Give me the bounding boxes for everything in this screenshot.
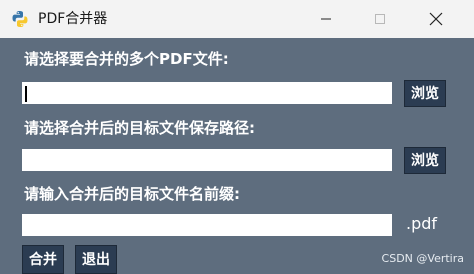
- target-dir-label: 请选择合并后的目标文件保存路径:: [24, 119, 256, 137]
- pdf-merger-window: PDF合并器 请选择要合并的多个PDF文件: 浏览 请选择合并后的目标文件保存路…: [0, 0, 474, 274]
- window-title: PDF合并器: [38, 11, 108, 27]
- exit-button[interactable]: 退出: [75, 245, 117, 274]
- close-icon: [429, 12, 443, 26]
- source-files-label: 请选择要合并的多个PDF文件:: [24, 50, 229, 68]
- maximize-button[interactable]: [354, 0, 406, 38]
- minimize-button[interactable]: [300, 0, 352, 38]
- browse-source-button[interactable]: 浏览: [404, 80, 446, 107]
- maximize-icon: [375, 14, 385, 24]
- minimize-icon: [321, 18, 331, 20]
- watermark: CSDN @Vertira: [381, 252, 464, 265]
- text-caret: [25, 86, 27, 102]
- close-button[interactable]: [410, 0, 462, 38]
- python-icon: [11, 10, 29, 28]
- title-bar[interactable]: PDF合并器: [0, 0, 474, 38]
- merge-button[interactable]: 合并: [22, 245, 64, 274]
- source-files-input[interactable]: [22, 82, 392, 104]
- browse-target-button[interactable]: 浏览: [404, 147, 446, 174]
- prefix-label: 请输入合并后的目标文件名前缀:: [24, 185, 241, 203]
- target-dir-input[interactable]: [22, 149, 392, 171]
- prefix-input[interactable]: [22, 214, 392, 236]
- pdf-extension-label: .pdf: [406, 214, 438, 233]
